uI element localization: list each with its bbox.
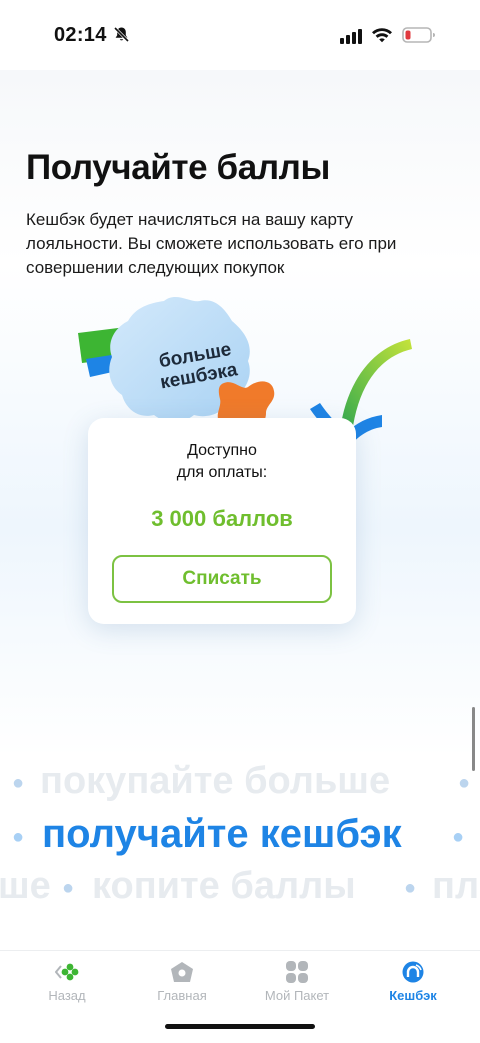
tab-label-home: Главная	[157, 988, 207, 1003]
signal-icon	[340, 29, 362, 44]
marquee-line-2: ● получайте кешбэк ●	[0, 812, 480, 862]
tab-my-package[interactable]: Мой Пакет	[242, 951, 352, 1007]
status-bar: 02:14	[0, 0, 480, 70]
bell-muted-icon	[113, 26, 130, 43]
marquee-dot: ●	[62, 877, 75, 899]
cashback-icon	[402, 961, 424, 983]
status-time: 02:14	[54, 24, 107, 46]
home-indicator[interactable]	[165, 1024, 315, 1029]
available-label: Доступно для оплаты:	[88, 440, 356, 484]
tab-label-cashback: Кешбэк	[389, 988, 437, 1003]
marquee-text-3a: ше	[0, 865, 51, 907]
tab-label-my-package: Мой Пакет	[264, 988, 330, 1003]
marquee-text-3c: пл	[432, 865, 480, 907]
points-amount: 3 000 баллов	[151, 506, 293, 531]
page-title: Получайте баллы	[26, 148, 330, 187]
tab-back[interactable]: Назад	[12, 951, 122, 1007]
marquee-text-1: покупайте больше	[40, 760, 391, 802]
marquee-dot: ●	[12, 772, 25, 794]
home-indicator-area	[0, 1006, 480, 1043]
bottom-tab-bar: Назад Главная Мой Пакет Кешбэк	[0, 950, 480, 1006]
back-clover-icon	[55, 963, 79, 981]
marquee-dot: ●	[458, 772, 471, 794]
redeem-button[interactable]: Списать	[112, 555, 332, 603]
marquee-text-3b: копите баллы	[92, 865, 356, 907]
wifi-icon	[372, 28, 392, 43]
tab-cashback[interactable]: Кешбэк	[358, 951, 468, 1007]
marquee-text-2: получайте кешбэк	[42, 812, 402, 856]
balance-card: Доступно для оплаты: 3 000 баллов Списат…	[88, 418, 356, 624]
marquee-dot: ●	[452, 826, 465, 848]
cashback-screen: Получайте баллы Кешбэк будет начисляться…	[0, 70, 480, 950]
tab-home[interactable]: Главная	[127, 951, 237, 1007]
marquee-line-3: ше ● копите баллы ● пл	[0, 865, 480, 915]
available-label-line1: Доступно	[187, 442, 257, 459]
marquee-dot: ●	[404, 877, 417, 899]
marquee-dot: ●	[12, 826, 25, 848]
tab-label-back: Назад	[48, 988, 86, 1003]
home-icon	[171, 962, 193, 982]
battery-low-icon	[402, 27, 435, 43]
available-label-line2: для оплаты:	[176, 464, 268, 481]
page-description: Кешбэк будет начисляться на вашу карту л…	[26, 210, 397, 277]
marquee-line-1: ● покупайте больше ●	[0, 760, 480, 810]
grid-icon	[286, 961, 308, 983]
